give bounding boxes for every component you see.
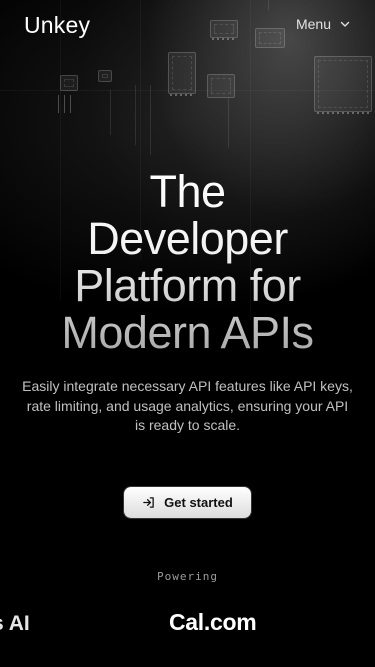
hero-title-line-2: Developer xyxy=(87,213,288,264)
hero-subtitle: Easily integrate necessary API features … xyxy=(22,378,353,433)
chevron-down-icon xyxy=(340,21,350,27)
hero-title-line-1: The xyxy=(149,166,226,217)
hero-title-line-3: Platform for xyxy=(74,260,301,311)
top-navigation: Unkey Menu xyxy=(0,0,375,52)
get-started-label: Get started xyxy=(164,495,233,510)
powering-label: Powering xyxy=(157,570,218,583)
customer-logos: s AI Cal.com xyxy=(0,608,375,642)
menu-label: Menu xyxy=(295,16,331,32)
get-started-button[interactable]: Get started xyxy=(124,487,251,518)
menu-button[interactable]: Menu xyxy=(296,16,351,32)
sign-in-arrow-icon xyxy=(143,497,154,508)
customer-logo-partial: s AI xyxy=(0,612,30,635)
unkey-logo[interactable]: Unkey xyxy=(24,12,90,39)
hero-title-line-4: Modern APIs xyxy=(61,307,314,358)
cal-com-logo: Cal.com xyxy=(169,609,257,635)
hero-title: The Developer Platform for Modern APIs xyxy=(0,168,375,356)
